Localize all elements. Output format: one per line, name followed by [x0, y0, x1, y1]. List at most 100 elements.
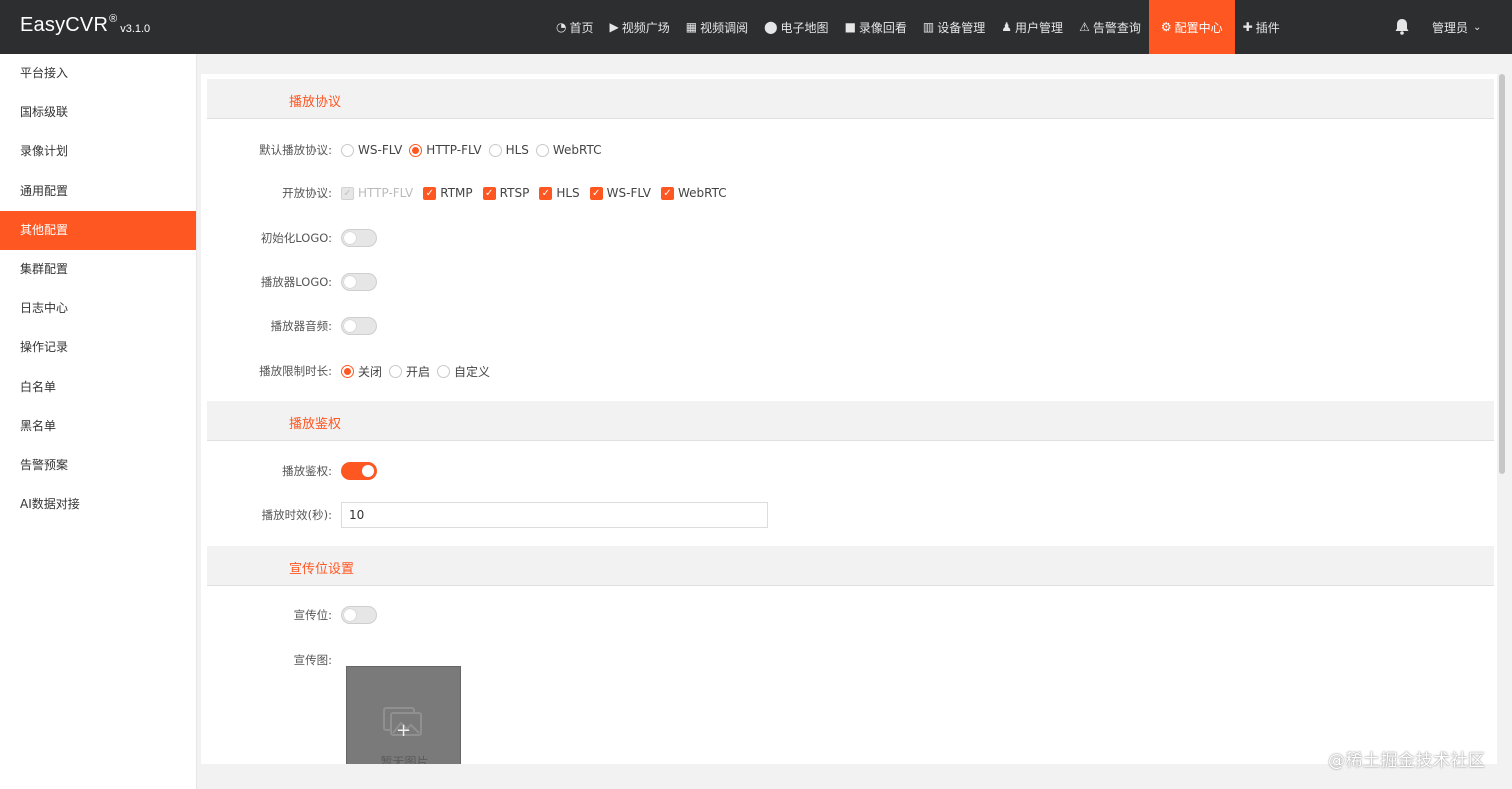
radio-option[interactable]: HLS [488, 143, 529, 157]
nav-item-8[interactable]: ⚙ 配置中心 [1148, 0, 1235, 54]
checkbox-option[interactable]: ✓ WS-FLV [589, 186, 651, 200]
play-expiry-input[interactable] [341, 502, 768, 528]
nav-item-4[interactable]: ■ 录像回看 [837, 0, 915, 54]
section-title: 宣传位设置 [289, 562, 355, 577]
brand-registered-mark: ® [109, 13, 118, 25]
checkmark-icon: ✓ [660, 186, 674, 200]
nav-item-9[interactable]: ✚ 插件 [1235, 0, 1288, 54]
nav-item-0[interactable]: ◔ 首页 [548, 0, 602, 54]
video-camera-icon: ■ [844, 20, 856, 34]
nav-item-7[interactable]: ⚠ 告警查询 [1071, 0, 1149, 54]
radio-label: HTTP-FLV [426, 143, 482, 157]
vertical-scrollbar[interactable] [1499, 74, 1505, 474]
radio-dot [488, 143, 502, 157]
form-row-player-audio: 播放器音频: [201, 313, 1497, 339]
play-auth-toggle[interactable] [341, 462, 377, 480]
play-circle-icon: ▶ [609, 20, 619, 34]
main-content: 播放协议 默认播放协议: WS-FLV HTTP-FLV HLS WebRTC 开放协… [197, 54, 1512, 789]
sidebar-item[interactable]: 黑名单 [0, 407, 196, 446]
form-row-promo-switch: 宣传位: [201, 602, 1497, 628]
field-label: 宣传图: [293, 653, 332, 667]
checkmark-icon: ✓ [589, 186, 603, 200]
checkbox-option[interactable]: ✓ RTMP [423, 186, 473, 200]
table-icon: ▦ [685, 20, 698, 34]
radio-option[interactable]: 开启 [389, 363, 430, 380]
promo-image-upload[interactable]: + 暂无图片 [346, 666, 461, 764]
form-row-player-logo: 播放器LOGO: [201, 269, 1497, 295]
nav-item-label: 录像回看 [858, 20, 907, 35]
checkbox-option[interactable]: ✓ WebRTC [660, 186, 727, 200]
section-title: 播放鉴权 [289, 417, 342, 432]
field-label: 播放器音频: [270, 319, 332, 333]
radio-option[interactable]: WS-FLV [341, 143, 402, 157]
checkmark-icon: ✓ [341, 186, 354, 200]
nav-item-label: 首页 [569, 20, 594, 35]
sidebar-item[interactable]: 通用配置 [0, 172, 196, 211]
nav-item-6[interactable]: ♟ 用户管理 [993, 0, 1071, 54]
user-menu[interactable]: 管理员 ⌄ [1432, 0, 1481, 54]
checkbox-label: RTSP [499, 186, 530, 200]
nav-item-label: 告警查询 [1092, 20, 1141, 35]
map-marker-icon: ⬤ [764, 20, 778, 34]
form-row-play-limit: 播放限制时长: 关闭 开启 自定义 [201, 358, 1497, 384]
field-label: 播放时效(秒): [261, 508, 332, 522]
radio-dot [437, 364, 451, 378]
radio-dot [389, 364, 403, 378]
field-label: 宣传位: [293, 608, 332, 622]
dashboard-icon: ◔ [556, 20, 567, 34]
top-navbar: EasyCVR ® v3.1.0 ◔ 首页 ▶ 视频广场 ▦ 视频调阅 ⬤ 电子地图 ■ 录像回看… [0, 0, 1512, 54]
nav-item-1[interactable]: ▶ 视频广场 [602, 0, 678, 54]
bell-icon[interactable] [1393, 18, 1411, 36]
radio-option[interactable]: WebRTC [535, 143, 602, 157]
radio-dot [409, 143, 423, 157]
nav-item-label: 设备管理 [937, 20, 986, 35]
radio-label: 自定义 [454, 364, 491, 379]
radio-label: 关闭 [358, 364, 383, 379]
sidebar-item[interactable]: 白名单 [0, 368, 196, 407]
plus-icon: + [396, 720, 412, 741]
sidebar: 平台接入 国标级联 录像计划 通用配置 其他配置 集群配置 日志中心 操作记录 白名单 黑名单 告警… [0, 54, 197, 789]
sidebar-item[interactable]: 平台接入 [0, 54, 196, 93]
main-nav: ◔ 首页 ▶ 视频广场 ▦ 视频调阅 ⬤ 电子地图 ■ 录像回看 ▥ 设备管理 ♟ 用户管理 ⚠ 告警查询 ⚙ 配… [548, 0, 1288, 54]
player-logo-toggle[interactable] [341, 273, 377, 291]
settings-panel: 播放协议 默认播放协议: WS-FLV HTTP-FLV HLS WebRTC 开放协… [201, 74, 1497, 764]
player-audio-toggle[interactable] [341, 317, 377, 335]
field-label: 播放器LOGO: [260, 275, 332, 289]
radio-label: WebRTC [552, 143, 602, 157]
play-limit-radio-group: 关闭 开启 自定义 [341, 363, 497, 380]
section-header-play-auth: 播放鉴权 [207, 401, 1494, 441]
radio-dot [535, 143, 549, 157]
checkbox-option[interactable]: ✓ HLS [539, 186, 580, 200]
nav-item-3[interactable]: ⬤ 电子地图 [756, 0, 836, 54]
promo-toggle[interactable] [341, 606, 377, 624]
sidebar-item[interactable]: 集群配置 [0, 250, 196, 289]
init-logo-toggle[interactable] [341, 229, 377, 247]
field-label: 开放协议: [282, 186, 332, 200]
radio-option[interactable]: 关闭 [341, 363, 382, 380]
sidebar-item[interactable]: 日志中心 [0, 289, 196, 328]
sidebar-item[interactable]: AI数据对接 [0, 485, 196, 524]
checkbox-option[interactable]: ✓ RTSP [482, 186, 530, 200]
nav-item-label: 用户管理 [1015, 20, 1064, 35]
sidebar-item[interactable]: 国标级联 [0, 93, 196, 132]
nav-item-label: 配置中心 [1174, 20, 1223, 35]
puzzle-icon: ✚ [1242, 20, 1253, 34]
user-icon: ♟ [1001, 20, 1013, 34]
sidebar-item[interactable]: 告警预案 [0, 446, 196, 485]
watermark: @稀土掘金技术社区 [1328, 751, 1486, 771]
brand-logo[interactable]: EasyCVR ® v3.1.0 [20, 13, 150, 37]
nav-item-label: 视频广场 [621, 20, 670, 35]
checkbox-label: RTMP [440, 186, 473, 200]
section-header-play-protocol: 播放协议 [207, 79, 1494, 119]
checkbox-label: HTTP-FLV [358, 186, 414, 200]
chevron-down-icon: ⌄ [1473, 21, 1482, 33]
nav-item-2[interactable]: ▦ 视频调阅 [678, 0, 756, 54]
checkmark-icon: ✓ [482, 186, 496, 200]
checkmark-icon: ✓ [423, 186, 437, 200]
radio-option[interactable]: HTTP-FLV [409, 143, 482, 157]
nav-item-5[interactable]: ▥ 设备管理 [915, 0, 993, 54]
sidebar-item[interactable]: 操作记录 [0, 328, 196, 367]
sidebar-item[interactable]: 录像计划 [0, 132, 196, 171]
sidebar-item[interactable]: 其他配置 [0, 210, 196, 250]
radio-option[interactable]: 自定义 [437, 363, 490, 380]
